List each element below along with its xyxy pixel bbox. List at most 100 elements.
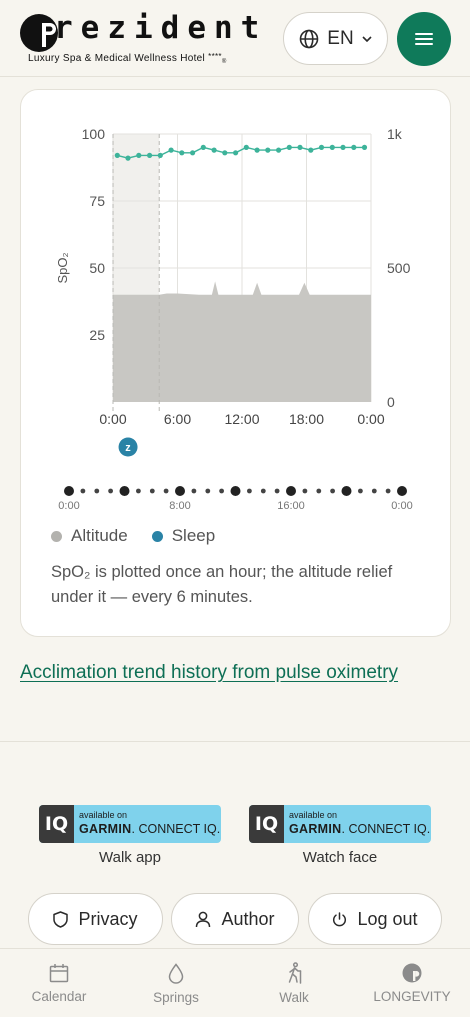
timeline-dot[interactable]	[80, 488, 86, 494]
language-code: EN	[327, 27, 354, 49]
garmin-badge-walk-app[interactable]: IQ available on GARMIN. CONNECT IQ.	[39, 805, 221, 843]
badge-available-text: available on	[79, 810, 128, 820]
timeline-dot[interactable]	[219, 488, 225, 494]
spo2-point	[114, 152, 120, 158]
timeline-dot[interactable]	[136, 488, 141, 494]
timeline-dot[interactable]	[247, 488, 252, 494]
spo2-point	[157, 152, 163, 158]
logout-button[interactable]: Log out	[308, 893, 442, 945]
spo2-altitude-chart: 100 75 50 25 1k 500 0 SpO₂ 0:00 6:00 12:00 18:00 0:0…	[55, 126, 413, 512]
logout-label: Log out	[357, 908, 418, 929]
x-tick-label: 18:00	[289, 411, 324, 427]
legend-item-altitude[interactable]: Altitude	[51, 526, 128, 546]
timeline-dot[interactable]	[330, 488, 335, 494]
privacy-button[interactable]: Privacy	[28, 893, 163, 945]
timeline-major-dot[interactable]	[230, 486, 241, 496]
spo2-point	[211, 147, 217, 153]
timeline-dot[interactable]	[302, 488, 308, 494]
nav-label-longevity: LONGEVITY	[373, 989, 451, 1004]
badge-garmin-text: GARMIN. CONNECT IQ.	[289, 822, 431, 836]
timeline-dot[interactable]	[358, 488, 363, 494]
power-icon	[333, 911, 347, 926]
y-axis-label: SpO₂	[55, 252, 70, 283]
privacy-label: Privacy	[78, 908, 138, 929]
timeline-label: 0:00	[58, 500, 79, 512]
badge-available-text: available on	[289, 810, 338, 820]
nav-label-calendar: Calendar	[31, 989, 87, 1004]
spo2-point	[318, 144, 325, 150]
nav-item-springs[interactable]: Springs	[136, 949, 216, 1017]
spo2-point	[190, 150, 196, 156]
timeline-label: 8:00	[169, 500, 190, 512]
walker-icon	[288, 962, 302, 984]
logo-wordmark: rezident	[54, 10, 268, 46]
author-label: Author	[221, 908, 275, 929]
nav-label-walk: Walk	[279, 990, 309, 1005]
timeline-dot[interactable]	[108, 488, 113, 494]
timeline-dot[interactable]	[191, 488, 197, 494]
timeline-dot[interactable]	[149, 488, 155, 494]
spo2-point	[254, 147, 260, 153]
timeline-major-dot[interactable]	[175, 486, 185, 496]
spo2-point	[276, 147, 282, 153]
globe-icon	[299, 29, 319, 48]
nav-item-walk[interactable]: Walk	[254, 949, 334, 1017]
y-tick-label: 100	[82, 126, 106, 142]
nav-label-springs: Springs	[153, 989, 199, 1005]
garmin-badge-watch-face[interactable]: IQ available on GARMIN. CONNECT IQ.	[249, 805, 431, 843]
legend-item-sleep[interactable]: Sleep	[151, 526, 216, 546]
logo-stars: ****	[208, 52, 222, 61]
nav-item-longevity[interactable]: LONGEVITY	[362, 949, 462, 1017]
timeline-dot[interactable]	[316, 488, 322, 494]
timeline-major-dot[interactable]	[397, 486, 407, 496]
drop-icon	[168, 962, 184, 984]
timeline-dot[interactable]	[385, 488, 391, 494]
spo2-point	[265, 147, 271, 153]
section-divider	[0, 741, 470, 742]
app-header: rezident Luxury Spa & Medical Wellness H…	[0, 0, 470, 77]
badge-garmin-text: GARMIN. CONNECT IQ.	[79, 822, 221, 836]
hotel-logo[interactable]: rezident Luxury Spa & Medical Wellness H…	[20, 10, 259, 66]
language-selector[interactable]: EN	[283, 12, 388, 65]
y-tick-label: 75	[89, 193, 105, 209]
spo2-point	[200, 144, 206, 150]
y-tick-label: 50	[89, 260, 105, 276]
author-button[interactable]: Author	[171, 893, 299, 945]
connect-iq-logo-icon: IQ	[249, 805, 284, 843]
logo-subtitle: Luxury Spa & Medical Wellness Hotel ****…	[28, 52, 227, 65]
longevity-logo-icon	[402, 963, 422, 983]
chevron-down-icon	[362, 35, 372, 42]
menu-button[interactable]	[397, 12, 451, 66]
x-tick-label: 0:00	[99, 411, 126, 427]
timeline-dot[interactable]	[94, 488, 100, 494]
x-tick-label: 6:00	[164, 411, 191, 427]
timeline-dot[interactable]	[205, 488, 211, 494]
spo2-point	[308, 147, 314, 153]
spo2-point	[125, 155, 131, 161]
nav-item-calendar[interactable]: Calendar	[18, 949, 100, 1017]
timeline-dot[interactable]	[260, 488, 266, 494]
spo2-point	[351, 144, 357, 150]
altitude-area	[113, 281, 371, 402]
timeline-major-dot[interactable]	[286, 486, 296, 496]
y2-tick-label: 0	[387, 394, 395, 410]
connect-iq-logo-icon: IQ	[39, 805, 74, 843]
legend-label-sleep: Sleep	[171, 526, 216, 545]
y2-tick-label: 1k	[387, 126, 403, 142]
timeline-dot[interactable]	[371, 488, 377, 494]
x-tick-label: 0:00	[357, 411, 384, 427]
acclimation-trend-link[interactable]: Acclimation trend history from pulse oxi…	[20, 662, 398, 684]
timeline-major-dot[interactable]	[341, 486, 352, 496]
spo2-point	[136, 152, 142, 158]
spo2-point	[243, 144, 249, 150]
timeline-major-dot[interactable]	[119, 486, 130, 496]
calendar-icon	[49, 964, 69, 983]
hamburger-menu-icon	[415, 33, 433, 45]
sleep-marker-label: z	[125, 442, 131, 454]
timeline-label: 0:00	[391, 500, 412, 512]
timeline-major-dot[interactable]	[64, 486, 74, 496]
walk-app-label: Walk app	[99, 849, 161, 866]
bottom-navigation: Calendar Springs Walk LONGEVITY	[0, 948, 470, 1017]
timeline-dot[interactable]	[163, 488, 169, 494]
timeline-dot[interactable]	[274, 488, 280, 494]
